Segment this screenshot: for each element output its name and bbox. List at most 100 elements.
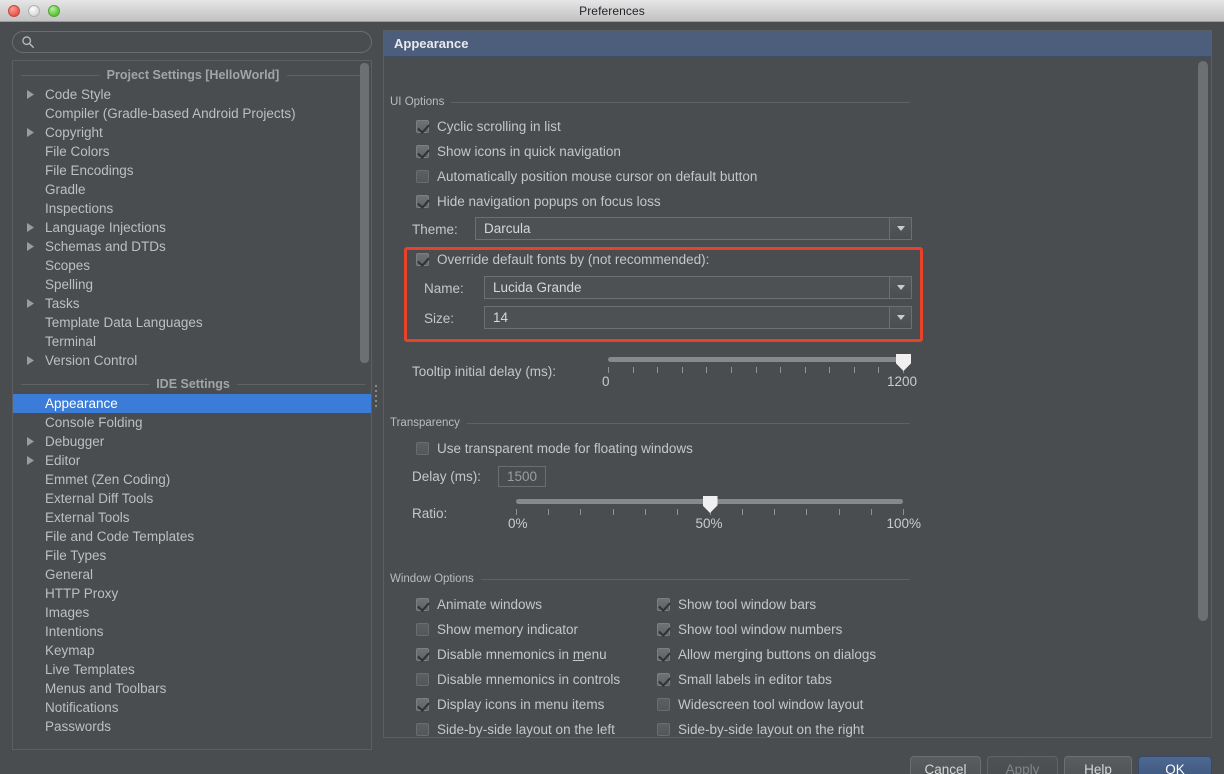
checkbox-allow-merging-buttons-on-dialogs[interactable]: Allow merging buttons on dialogs — [657, 647, 876, 662]
checkbox-box[interactable] — [416, 648, 429, 661]
sidebar-item-inspections[interactable]: Inspections — [13, 199, 372, 218]
checkbox-disable-mnemonics-in-controls[interactable]: Disable mnemonics in controls — [416, 672, 620, 687]
sidebar-item-tasks[interactable]: Tasks — [13, 294, 372, 313]
cancel-button[interactable]: Cancel — [910, 756, 981, 774]
help-button[interactable]: Help — [1064, 756, 1132, 774]
checkbox-cyclic-scrolling[interactable]: Cyclic scrolling in list — [416, 119, 561, 134]
sidebar-item-emmet-zen-coding[interactable]: Emmet (Zen Coding) — [13, 470, 372, 489]
sidebar-item-images[interactable]: Images — [13, 603, 372, 622]
sidebar-item-gradle[interactable]: Gradle — [13, 180, 372, 199]
minimize-window-button[interactable] — [28, 5, 40, 17]
checkbox-small-labels-in-editor-tabs[interactable]: Small labels in editor tabs — [657, 672, 832, 687]
checkbox-box[interactable] — [657, 648, 670, 661]
sidebar-item-file-colors[interactable]: File Colors — [13, 142, 372, 161]
pane-scrollbar-thumb[interactable] — [1198, 61, 1208, 621]
sidebar-item-copyright[interactable]: Copyright — [13, 123, 372, 142]
checkbox-box[interactable] — [657, 673, 670, 686]
checkbox-box[interactable] — [416, 673, 429, 686]
sidebar-item-http-proxy[interactable]: HTTP Proxy — [13, 584, 372, 603]
expand-arrow-icon[interactable] — [27, 85, 41, 104]
font-name-dropdown[interactable]: Lucida Grande — [484, 276, 912, 299]
checkbox-box[interactable] — [657, 723, 670, 736]
ok-button[interactable]: OK — [1138, 756, 1212, 774]
settings-tree[interactable]: Project Settings [HelloWorld]Code StyleC… — [12, 60, 372, 750]
checkbox-box[interactable] — [416, 253, 429, 266]
zoom-window-button[interactable] — [48, 5, 60, 17]
sidebar-item-keymap[interactable]: Keymap — [13, 641, 372, 660]
checkbox-side-by-side-layout-on-the-right[interactable]: Side-by-side layout on the right — [657, 722, 864, 737]
expand-arrow-icon[interactable] — [27, 351, 41, 370]
sidebar-item-file-encodings[interactable]: File Encodings — [13, 161, 372, 180]
sidebar-item-version-control[interactable]: Version Control — [13, 351, 372, 370]
checkbox-side-by-side-layout-on-the-left[interactable]: Side-by-side layout on the left — [416, 722, 615, 737]
sidebar-scrollbar-thumb[interactable] — [360, 63, 369, 363]
checkbox-box[interactable] — [416, 723, 429, 736]
sidebar-item-language-injections[interactable]: Language Injections — [13, 218, 372, 237]
slider-track[interactable] — [608, 357, 903, 362]
search-input[interactable] — [12, 31, 372, 53]
checkbox-box[interactable] — [657, 698, 670, 711]
checkbox-box[interactable] — [416, 120, 429, 133]
expand-arrow-icon[interactable] — [27, 432, 41, 451]
sidebar-item-schemas-and-dtds[interactable]: Schemas and DTDs — [13, 237, 372, 256]
sidebar-item-scopes[interactable]: Scopes — [13, 256, 372, 275]
pane-scrollbar[interactable] — [1198, 61, 1208, 706]
sidebar-item-terminal[interactable]: Terminal — [13, 332, 372, 351]
checkbox-show-memory-indicator[interactable]: Show memory indicator — [416, 622, 578, 637]
checkbox-show-tool-window-numbers[interactable]: Show tool window numbers — [657, 622, 842, 637]
checkbox-display-icons-in-menu-items[interactable]: Display icons in menu items — [416, 697, 604, 712]
checkbox-box[interactable] — [416, 442, 429, 455]
theme-dropdown[interactable]: Darcula — [475, 217, 912, 240]
checkbox-show-icons-quick-nav[interactable]: Show icons in quick navigation — [416, 144, 621, 159]
chevron-down-icon[interactable] — [889, 307, 911, 328]
sidebar-item-external-tools[interactable]: External Tools — [13, 508, 372, 527]
checkbox-auto-position-cursor[interactable]: Automatically position mouse cursor on d… — [416, 169, 757, 184]
delay-input[interactable]: 1500 — [498, 466, 546, 487]
sidebar-item-intentions[interactable]: Intentions — [13, 622, 372, 641]
sidebar-item-appearance[interactable]: Appearance — [13, 394, 372, 413]
chevron-down-icon[interactable] — [889, 277, 911, 298]
checkbox-override-default-fonts[interactable]: Override default fonts by (not recommend… — [416, 252, 709, 267]
sidebar-scrollbar[interactable] — [360, 63, 369, 749]
checkbox-hide-nav-popups[interactable]: Hide navigation popups on focus loss — [416, 194, 661, 209]
sidebar-item-template-data-languages[interactable]: Template Data Languages — [13, 313, 372, 332]
checkbox-box[interactable] — [416, 170, 429, 183]
checkbox-box[interactable] — [416, 598, 429, 611]
sidebar-item-external-diff-tools[interactable]: External Diff Tools — [13, 489, 372, 508]
sidebar-item-passwords[interactable]: Passwords — [13, 717, 372, 736]
sidebar-item-editor[interactable]: Editor — [13, 451, 372, 470]
sidebar-item-debugger[interactable]: Debugger — [13, 432, 372, 451]
checkbox-show-tool-window-bars[interactable]: Show tool window bars — [657, 597, 816, 612]
checkbox-box[interactable] — [416, 145, 429, 158]
expand-arrow-icon[interactable] — [27, 218, 41, 237]
apply-button[interactable]: Apply — [987, 756, 1058, 774]
sidebar-item-file-types[interactable]: File Types — [13, 546, 372, 565]
transparency-ratio-slider[interactable]: 0% 50% 100% — [516, 496, 903, 530]
checkbox-box[interactable] — [416, 623, 429, 636]
sidebar-item-console-folding[interactable]: Console Folding — [13, 413, 372, 432]
sidebar-item-menus-and-toolbars[interactable]: Menus and Toolbars — [13, 679, 372, 698]
checkbox-animate-windows[interactable]: Animate windows — [416, 597, 542, 612]
sidebar-item-file-and-code-templates[interactable]: File and Code Templates — [13, 527, 372, 546]
sidebar-item-code-style[interactable]: Code Style — [13, 85, 372, 104]
checkbox-box[interactable] — [657, 598, 670, 611]
sidebar-item-notifications[interactable]: Notifications — [13, 698, 372, 717]
close-window-button[interactable] — [8, 5, 20, 17]
sidebar-item-general[interactable]: General — [13, 565, 372, 584]
checkbox-disable-mnemonics-in-menu[interactable]: Disable mnemonics in menu — [416, 647, 607, 662]
expand-arrow-icon[interactable] — [27, 123, 41, 142]
tooltip-delay-slider[interactable]: 0 1200 — [608, 354, 903, 388]
expand-arrow-icon[interactable] — [27, 294, 41, 313]
font-size-dropdown[interactable]: 14 — [484, 306, 912, 329]
checkbox-transparent-mode[interactable]: Use transparent mode for floating window… — [416, 441, 693, 456]
checkbox-box[interactable] — [657, 623, 670, 636]
checkbox-box[interactable] — [416, 698, 429, 711]
expand-arrow-icon[interactable] — [27, 451, 41, 470]
checkbox-box[interactable] — [416, 195, 429, 208]
expand-arrow-icon[interactable] — [27, 237, 41, 256]
sidebar-item-live-templates[interactable]: Live Templates — [13, 660, 372, 679]
checkbox-widescreen-tool-window-layout[interactable]: Widescreen tool window layout — [657, 697, 863, 712]
chevron-down-icon[interactable] — [889, 218, 911, 239]
panel-splitter[interactable] — [372, 60, 383, 750]
sidebar-item-compiler-gradle-based-android-projects[interactable]: Compiler (Gradle-based Android Projects) — [13, 104, 372, 123]
